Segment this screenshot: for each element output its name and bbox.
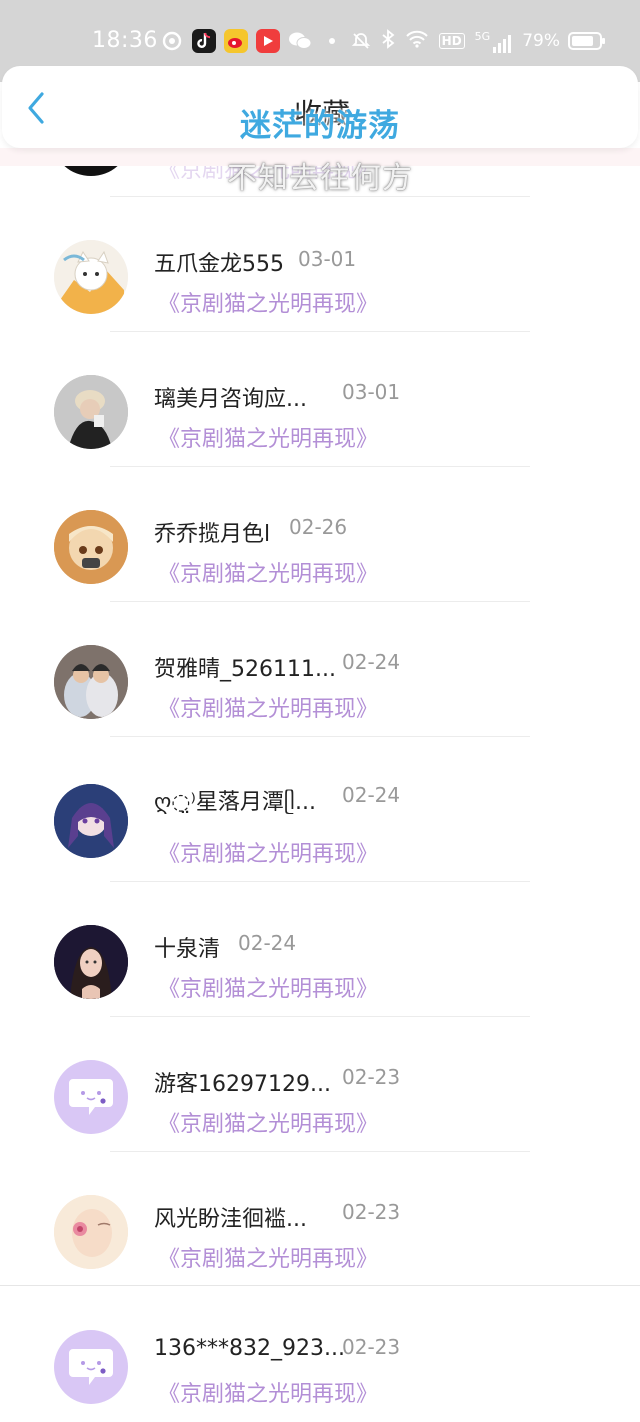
work-title[interactable]: 《京剧猫之光明再现》 xyxy=(158,691,378,723)
user-name: 风光盼洼徊褴... xyxy=(154,1207,307,1232)
notification-icons xyxy=(160,26,352,56)
avatar xyxy=(54,1060,128,1134)
guest-chat-avatar-icon xyxy=(69,1349,113,1385)
list-item[interactable]: 十泉清 02-24 《京剧猫之光明再现》 xyxy=(0,885,640,1020)
list-item[interactable]: ღ◌̤⁾星落月潭ᥫ... 02-24 《京剧猫之光明再现》 xyxy=(0,740,640,885)
user-name: 十泉清 xyxy=(154,937,221,962)
user-name: 136***832_923... xyxy=(154,1336,345,1361)
user-name: 贺雅晴_526111... xyxy=(154,657,336,682)
status-time: 18:36 xyxy=(92,28,158,53)
avatar xyxy=(54,925,128,999)
date-label: 02-26 xyxy=(289,515,348,539)
date-label: 02-23 xyxy=(342,1065,401,1089)
row-divider xyxy=(110,601,530,602)
hd-badge: HD xyxy=(438,33,465,49)
portrait-avatar-icon xyxy=(54,925,128,999)
list-item[interactable]: 璃美月咨询应... 03-01 《京剧猫之光明再现》 xyxy=(0,335,640,470)
row-divider xyxy=(110,1016,530,1017)
avatar xyxy=(54,375,128,449)
weibo-app-icon xyxy=(224,29,248,53)
date-label: 03-01 xyxy=(298,247,357,271)
mute-icon xyxy=(351,33,370,49)
row-divider xyxy=(0,1285,640,1286)
list-item[interactable]: 136***832_923... 02-23 《京剧猫之光明再现》 xyxy=(0,1290,640,1422)
user-name: 游客16297129... xyxy=(154,1072,331,1097)
guest-chat-avatar-icon xyxy=(69,1079,113,1115)
anime-character-avatar-icon xyxy=(54,784,128,858)
work-title[interactable]: 《京剧猫之光明再现》 xyxy=(158,1376,378,1408)
row-divider xyxy=(110,466,530,467)
work-title[interactable]: 《京剧猫之光明再现》 xyxy=(158,971,378,1003)
battery-percent: 79% xyxy=(522,31,560,51)
avatar xyxy=(54,510,128,584)
wifi-icon xyxy=(405,30,429,53)
work-title[interactable]: 《京剧猫之光明再现》 xyxy=(158,1241,378,1273)
anime-girl-avatar-icon xyxy=(54,510,128,584)
more-dot-icon xyxy=(320,29,344,53)
user-name: 乔乔揽月色l xyxy=(154,522,271,547)
user-name: 五爪金龙555 xyxy=(154,252,284,277)
work-title[interactable]: 《京剧猫之光明再现》 xyxy=(158,556,378,588)
avatar xyxy=(54,1330,128,1404)
date-label: 02-23 xyxy=(342,1200,401,1224)
battery-level xyxy=(572,36,593,46)
couple-photo-avatar-icon xyxy=(54,645,128,719)
wechat-app-icon xyxy=(288,29,312,53)
row-divider xyxy=(110,1151,530,1152)
illustration-avatar-icon xyxy=(54,1195,128,1269)
user-name: 璃美月咨询应... xyxy=(154,387,307,412)
anime-cat-avatar-icon xyxy=(54,240,128,314)
video-app-icon xyxy=(256,29,280,53)
work-title[interactable]: 《京剧猫之光明再现》 xyxy=(158,286,378,318)
list-item[interactable]: 游客16297129... 02-23 《京剧猫之光明再现》 xyxy=(0,1020,640,1155)
date-label: 02-24 xyxy=(342,650,401,674)
bluetooth-icon xyxy=(381,28,395,54)
list-item[interactable]: 风光盼洼徊褴... 02-23 《京剧猫之光明再现》 xyxy=(0,1155,640,1287)
work-title[interactable]: 《京剧猫之光明再现》 xyxy=(158,1106,378,1138)
date-label: 02-24 xyxy=(342,783,401,807)
list-item[interactable]: 贺雅晴_526111... 02-24 《京剧猫之光明再现》 xyxy=(0,605,640,740)
photo-avatar-icon xyxy=(54,375,128,449)
avatar xyxy=(54,784,128,858)
overlay-caption-subtitle: 不知去往何方 xyxy=(227,161,413,196)
battery-icon xyxy=(568,32,605,50)
list-item[interactable]: 乔乔揽月色l 02-26 《京剧猫之光明再现》 xyxy=(0,470,640,605)
avatar xyxy=(54,645,128,719)
date-label: 02-24 xyxy=(238,931,297,955)
date-label: 02-23 xyxy=(342,1335,401,1359)
avatar xyxy=(54,240,128,314)
date-label: 03-01 xyxy=(342,380,401,404)
system-status-icons: HD 5G 79% xyxy=(351,26,605,56)
avatar xyxy=(54,1195,128,1269)
work-title[interactable]: 《京剧猫之光明再现》 xyxy=(158,836,378,868)
work-title[interactable]: 《京剧猫之光明再现》 xyxy=(158,421,378,453)
overlay-caption-title: 迷茫的游荡 xyxy=(240,108,400,144)
signal-icon: 5G xyxy=(475,30,513,53)
douyin-app-icon xyxy=(192,29,216,53)
music-app-icon xyxy=(160,29,184,53)
row-divider xyxy=(110,331,530,332)
row-divider xyxy=(110,881,530,882)
row-divider xyxy=(110,736,530,737)
user-name: ღ◌̤⁾星落月潭ᥫ... xyxy=(154,790,316,815)
list-item[interactable]: 五爪金龙555 03-01 《京剧猫之光明再现》 xyxy=(0,200,640,335)
